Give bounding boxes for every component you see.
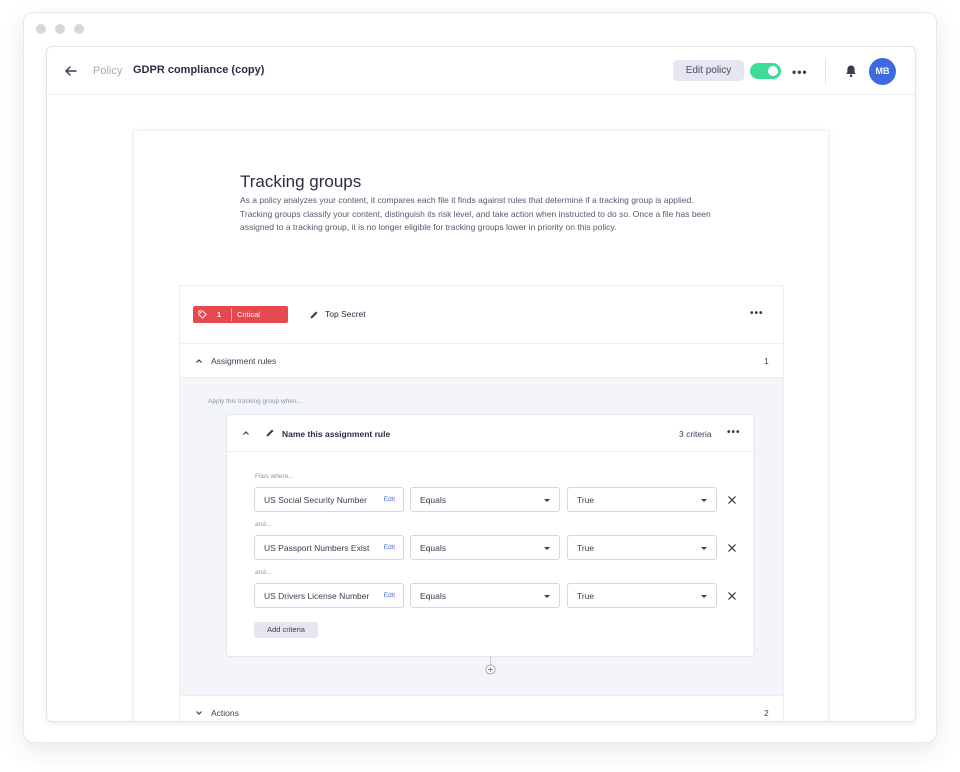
- risk-badge[interactable]: 1 Critical: [193, 306, 288, 323]
- value-dropdown[interactable]: True: [567, 487, 717, 512]
- tracking-group-header: 1 Critical Top Secret •••: [180, 286, 783, 344]
- actions-label: Actions: [211, 708, 239, 718]
- section-description: As a policy analyzes your content, it co…: [240, 195, 711, 232]
- caret-down-icon: [701, 499, 707, 502]
- operator-value: Equals: [420, 495, 446, 505]
- tracking-group-more-icon[interactable]: •••: [750, 308, 764, 319]
- app-window: Policy GDPR compliance (copy) Edit polic…: [23, 12, 937, 743]
- operator-dropdown[interactable]: Equals: [410, 583, 560, 608]
- badge-separator: [231, 308, 232, 321]
- rule-name[interactable]: Name this assignment rule: [282, 429, 390, 439]
- rule-more-icon[interactable]: •••: [727, 427, 741, 438]
- window-dot-close[interactable]: [36, 24, 46, 34]
- avatar[interactable]: MB: [869, 58, 896, 85]
- edit-link[interactable]: Edit: [384, 496, 395, 503]
- pencil-icon[interactable]: [265, 428, 275, 438]
- value-dropdown[interactable]: True: [567, 583, 717, 608]
- assignment-rules-count: 1: [764, 356, 769, 366]
- caret-down-icon: [701, 547, 707, 550]
- criteria-field-select[interactable]: US Social Security Number Edit: [254, 487, 404, 512]
- tracking-group: 1 Critical Top Secret ••• Assignment rul…: [179, 285, 784, 721]
- window-dot-minimize[interactable]: [55, 24, 65, 34]
- assignment-rules-label: Assignment rules: [211, 356, 277, 366]
- criteria-field-select[interactable]: US Drivers License Number Edit: [254, 583, 404, 608]
- criteria-field-value: US Social Security Number: [264, 495, 367, 505]
- more-options-icon[interactable]: •••: [792, 65, 808, 79]
- assignment-rules-body: Apply this tracking group when... Name t…: [180, 378, 783, 695]
- caret-down-icon: [701, 595, 707, 598]
- section-title: Tracking groups: [240, 172, 362, 191]
- chevron-up-icon[interactable]: [195, 357, 203, 365]
- value-text: True: [577, 543, 595, 553]
- window-dot-maximize[interactable]: [74, 24, 84, 34]
- add-criteria-button[interactable]: Add criteria: [254, 622, 318, 638]
- tag-icon: [198, 310, 207, 319]
- policy-enabled-toggle[interactable]: [750, 63, 781, 79]
- edit-link[interactable]: Edit: [384, 544, 395, 551]
- edit-policy-button[interactable]: Edit policy: [673, 60, 744, 81]
- tracking-group-name[interactable]: Top Secret: [325, 309, 366, 319]
- operator-value: Equals: [420, 591, 446, 601]
- edit-link[interactable]: Edit: [384, 592, 395, 599]
- value-text: True: [577, 495, 595, 505]
- criteria-count: 3 criteria: [679, 429, 712, 439]
- value-text: True: [577, 591, 595, 601]
- top-bar: Policy GDPR compliance (copy) Edit polic…: [47, 47, 915, 95]
- files-where-label: Files where...: [255, 473, 294, 480]
- operator-dropdown[interactable]: Equals: [410, 487, 560, 512]
- operator-value: Equals: [420, 543, 446, 553]
- assignment-rule: Name this assignment rule 3 criteria •••…: [226, 414, 755, 657]
- bell-icon[interactable]: [844, 64, 858, 78]
- apply-label: Apply this tracking group when...: [208, 398, 302, 405]
- rule-header: Name this assignment rule 3 criteria •••: [227, 415, 754, 452]
- risk-level-label: Critical: [237, 310, 260, 319]
- criteria-field-value: US Drivers License Number: [264, 591, 370, 601]
- tracking-groups-card: Tracking groups As a policy analyzes you…: [133, 130, 829, 721]
- remove-criteria-icon[interactable]: [727, 591, 737, 601]
- chevron-up-icon[interactable]: [242, 429, 250, 437]
- back-arrow-icon[interactable]: [63, 63, 79, 79]
- pencil-icon[interactable]: [309, 310, 319, 320]
- breadcrumb-policy-link[interactable]: Policy: [93, 65, 122, 77]
- and-label: and...: [255, 569, 272, 576]
- actions-count: 2: [764, 708, 769, 718]
- actions-header[interactable]: Actions 2: [180, 695, 783, 721]
- caret-down-icon: [544, 547, 550, 550]
- value-dropdown[interactable]: True: [567, 535, 717, 560]
- and-label: and...: [255, 521, 272, 528]
- operator-dropdown[interactable]: Equals: [410, 535, 560, 560]
- chevron-down-icon[interactable]: [195, 709, 203, 717]
- assignment-rules-header[interactable]: Assignment rules 1: [180, 344, 783, 378]
- header-divider: [825, 58, 826, 85]
- page-title: GDPR compliance (copy): [133, 64, 265, 76]
- remove-criteria-icon[interactable]: [727, 543, 737, 553]
- add-rule-plus-icon[interactable]: [485, 664, 496, 675]
- priority-number: 1: [217, 310, 222, 319]
- window-controls: [36, 24, 84, 34]
- remove-criteria-icon[interactable]: [727, 495, 737, 505]
- app-frame: Policy GDPR compliance (copy) Edit polic…: [46, 46, 916, 722]
- criteria-field-value: US Passport Numbers Exist: [264, 543, 370, 553]
- caret-down-icon: [544, 499, 550, 502]
- main-content: Tracking groups As a policy analyzes you…: [47, 96, 915, 721]
- caret-down-icon: [544, 595, 550, 598]
- criteria-field-select[interactable]: US Passport Numbers Exist Edit: [254, 535, 404, 560]
